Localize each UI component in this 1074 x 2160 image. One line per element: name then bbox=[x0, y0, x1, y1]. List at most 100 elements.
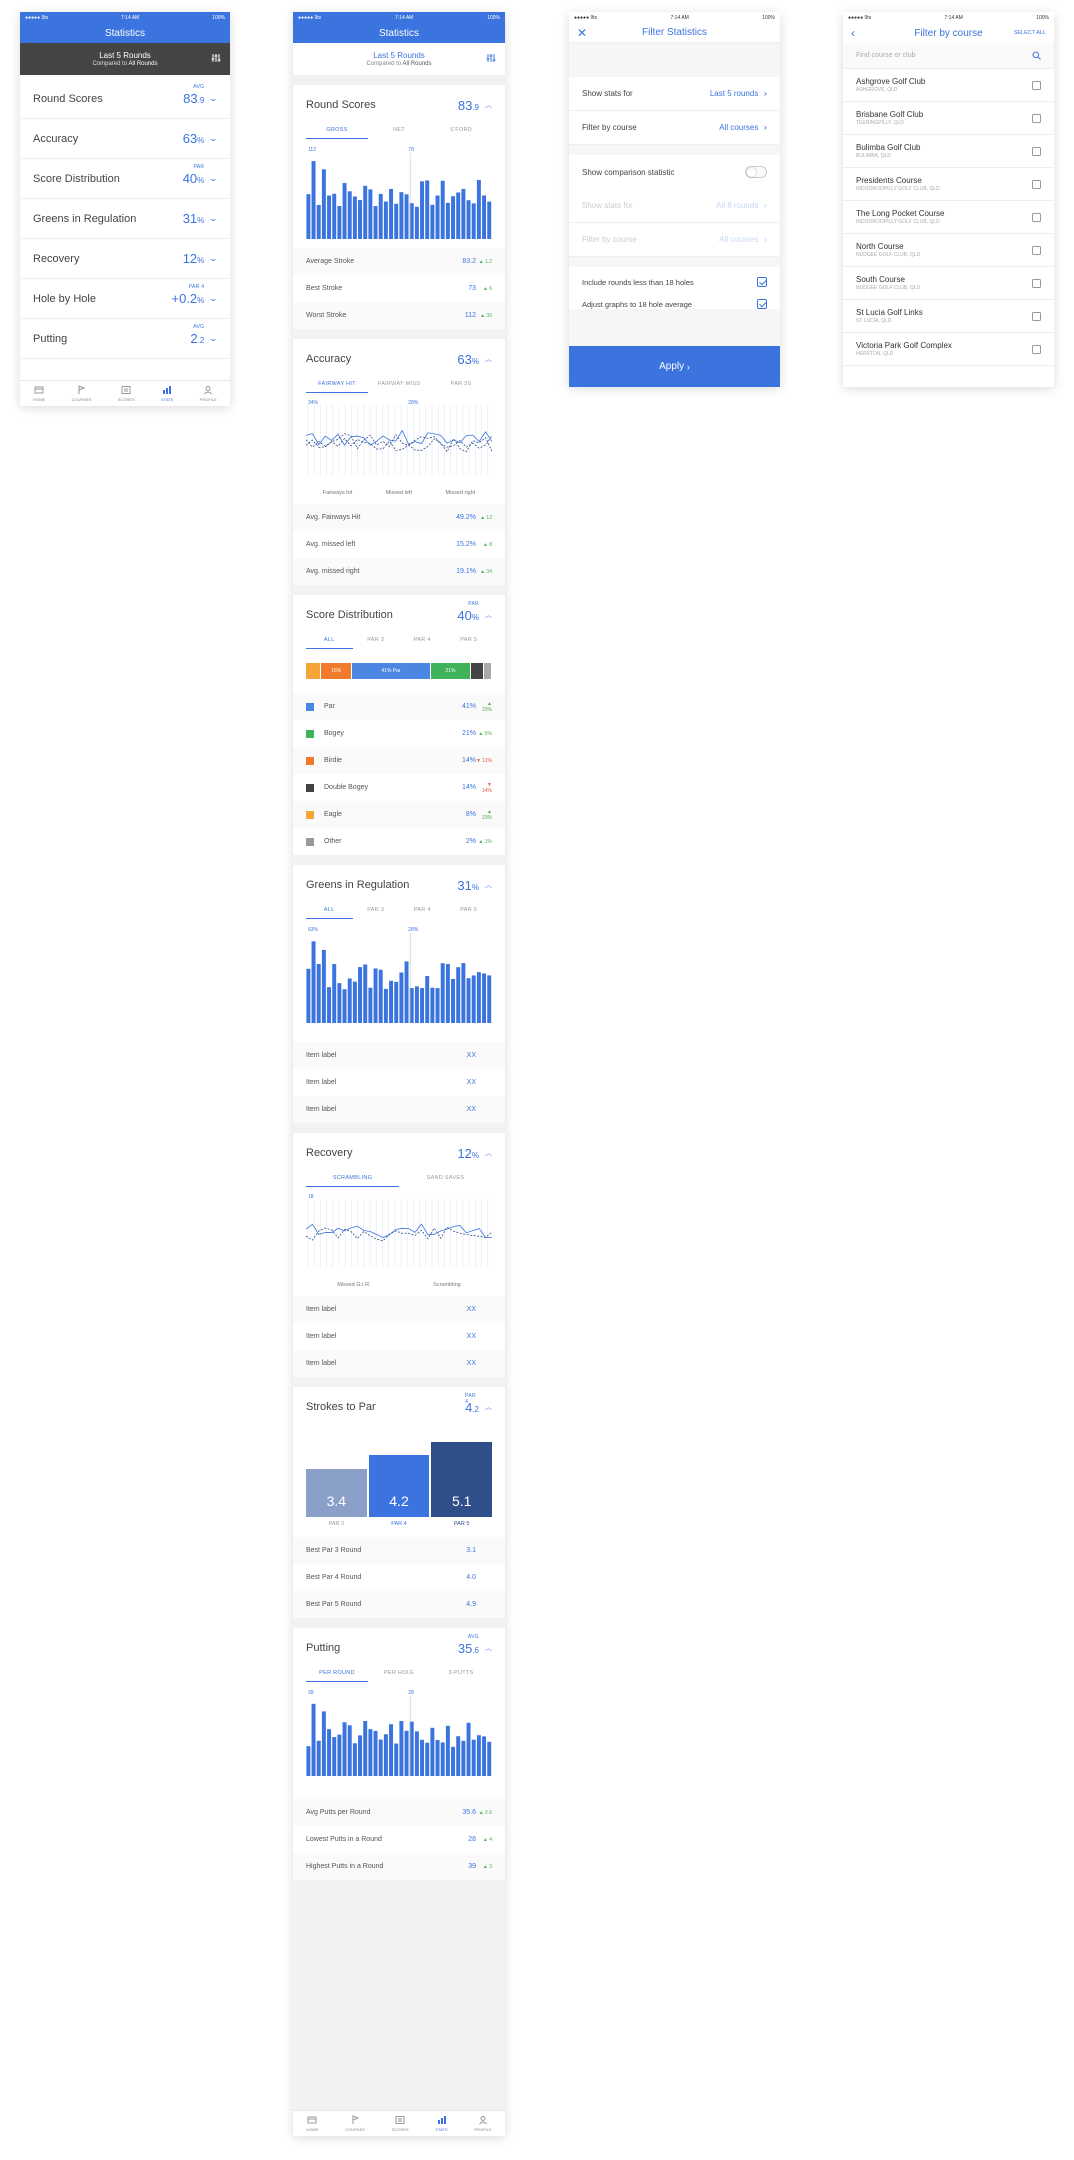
filter-icon[interactable] bbox=[211, 53, 221, 63]
filter-row[interactable]: Filter by course All courses › bbox=[569, 111, 780, 145]
card-header[interactable]: Strokes to Par PAR 4 4.2 ︿ bbox=[293, 1387, 505, 1427]
search-icon[interactable] bbox=[1032, 51, 1041, 60]
legend-item: Missed right bbox=[445, 490, 476, 496]
stat-row-round-scores[interactable]: Round Scores AVG 83.9 ⌄ bbox=[20, 79, 230, 119]
filter-icon[interactable] bbox=[486, 53, 496, 63]
select-all-button[interactable]: SELECT ALL bbox=[1014, 30, 1046, 36]
checkbox[interactable] bbox=[1032, 311, 1041, 321]
stat-label: Avg. Fairways Hit bbox=[306, 514, 361, 521]
checkbox[interactable] bbox=[1032, 245, 1041, 255]
card-header[interactable]: Greens in Regulation 31% ︿ bbox=[293, 865, 505, 905]
stat-label: Item label bbox=[306, 1106, 337, 1113]
stat-delta: ▲ 2.6 bbox=[478, 1809, 492, 1816]
checkbox[interactable] bbox=[1032, 179, 1041, 189]
status-bar: ●●●●● 9ts 7:14 AM 100% bbox=[20, 12, 230, 23]
stat-value: 21% bbox=[461, 730, 476, 737]
subtab[interactable]: NET bbox=[368, 125, 430, 139]
segmented-tabs[interactable]: ALL PAR 3 PAR 4 PAR 5 bbox=[293, 635, 505, 649]
tab-courses[interactable]: COURSES bbox=[345, 2115, 365, 2132]
subtab[interactable]: S'FORD bbox=[430, 125, 492, 139]
segmented-tabs[interactable]: ALL PAR 3 PAR 4 PAR 5 bbox=[293, 905, 505, 919]
checkbox[interactable] bbox=[1032, 278, 1041, 288]
subtab[interactable]: PAR 5 bbox=[446, 905, 493, 919]
course-row[interactable]: The Long Pocket Course INDOOROOPILLY GOLF… bbox=[843, 201, 1054, 234]
segmented-tabs[interactable]: GROSS NET S'FORD bbox=[293, 125, 505, 139]
segmented-tabs[interactable]: FAIRWAY HIT FAIRWAY MISS PAR 3S bbox=[293, 379, 505, 393]
color-swatch bbox=[306, 783, 314, 792]
checkbox[interactable] bbox=[1032, 344, 1041, 354]
subtab[interactable]: SCRAMBLING bbox=[306, 1173, 399, 1187]
page-title: Statistics bbox=[104, 27, 145, 39]
tab-profile[interactable]: PROFILE bbox=[200, 385, 217, 402]
checkbox[interactable] bbox=[1032, 80, 1041, 90]
subtab[interactable]: PAR 3 bbox=[353, 905, 400, 919]
tab-profile[interactable]: PROFILE bbox=[474, 2115, 492, 2132]
course-name: Brisbane Golf Club bbox=[856, 110, 924, 119]
subtab[interactable]: GROSS bbox=[306, 125, 368, 139]
option-row[interactable]: Include rounds less than 18 holes bbox=[569, 271, 780, 293]
checkbox[interactable] bbox=[757, 299, 767, 309]
card-header[interactable]: Recovery 12% ︿ bbox=[293, 1133, 505, 1173]
course-row[interactable]: Brisbane Golf Club TEERINGPILLY, QLD bbox=[843, 102, 1054, 135]
chart-bar bbox=[316, 204, 321, 239]
subtab[interactable]: PAR 4 bbox=[399, 635, 446, 649]
subtab[interactable]: PAR 3 bbox=[353, 635, 400, 649]
subtab[interactable]: ALL bbox=[306, 635, 353, 649]
chart-bar bbox=[476, 1735, 481, 1776]
subtab[interactable]: ALL bbox=[306, 905, 353, 919]
checkbox[interactable] bbox=[757, 277, 767, 287]
course-row[interactable]: Bulimba Golf Club BULIMBA, QLD bbox=[843, 135, 1054, 168]
tab-courses[interactable]: COURSES bbox=[72, 385, 91, 402]
tab-home[interactable]: HOME bbox=[33, 385, 45, 402]
subtab[interactable]: PAR 3S bbox=[430, 379, 492, 393]
course-search-input[interactable]: Find course or club bbox=[843, 43, 1054, 69]
checkbox[interactable] bbox=[1032, 212, 1041, 222]
card-header[interactable]: Score Distribution PAR 40% ︿ bbox=[293, 595, 505, 635]
subtab[interactable]: PAR 5 bbox=[446, 635, 493, 649]
chart-bar bbox=[363, 964, 368, 1023]
subtab[interactable]: PER ROUND bbox=[306, 1668, 368, 1682]
course-row[interactable]: Ashgrove Golf Club ASHGROVE, QLD bbox=[843, 69, 1054, 102]
tab-scores[interactable]: SCORES bbox=[392, 2115, 409, 2132]
tab-home[interactable]: HOME bbox=[306, 2115, 318, 2132]
segmented-tabs[interactable]: SCRAMBLING SAND SAVES bbox=[293, 1173, 505, 1187]
apply-button[interactable]: Apply › bbox=[569, 346, 780, 387]
course-row[interactable]: Victoria Park Golf Complex HERSTON, QLD bbox=[843, 333, 1054, 366]
comparison-toggle[interactable] bbox=[745, 166, 767, 178]
course-row[interactable]: North Course NUDGEE GOLF CLUB, QLD bbox=[843, 234, 1054, 267]
subtab[interactable]: PER HOLE bbox=[368, 1668, 430, 1682]
filter-summary[interactable]: Last 5 Rounds Compared to All Rounds bbox=[20, 43, 230, 75]
stat-value: 39 bbox=[468, 1863, 476, 1870]
stat-row-accuracy[interactable]: Accuracy 63% ⌄ bbox=[20, 119, 230, 159]
course-row[interactable]: St Lucia Golf Links ST LUCIA, QLD bbox=[843, 300, 1054, 333]
legend-item: Fairways hit bbox=[322, 490, 353, 496]
course-row[interactable]: South Course NUDGEE GOLF CLUB, QLD bbox=[843, 267, 1054, 300]
stat-value: XX bbox=[466, 1333, 476, 1340]
checkbox[interactable] bbox=[1032, 146, 1041, 156]
course-row[interactable]: Presidents Course INDOOROOPILLY GOLF CLUB… bbox=[843, 168, 1054, 201]
subtab[interactable]: 3-PUTTS bbox=[430, 1668, 492, 1682]
stat-row-score-distribution[interactable]: Score Distribution PAR 40% ⌄ bbox=[20, 159, 230, 199]
tab-scores[interactable]: SCORES bbox=[118, 385, 135, 402]
card-header[interactable]: Putting AVG 35.6 ︿ bbox=[293, 1628, 505, 1668]
filter-row[interactable]: Show stats for Last 5 rounds › bbox=[569, 77, 780, 111]
segmented-tabs[interactable]: PER ROUND PER HOLE 3-PUTTS bbox=[293, 1668, 505, 1682]
back-chevron-icon[interactable]: ‹ bbox=[851, 26, 855, 40]
tab-stats[interactable]: STATS bbox=[435, 2115, 448, 2132]
close-icon[interactable]: ✕ bbox=[577, 26, 587, 40]
stat-row-hole-by-hole[interactable]: Hole by Hole PAR 4 +0.2% ⌄ bbox=[20, 279, 230, 319]
filter-summary[interactable]: Last 5 Rounds Compared to All Rounds bbox=[293, 43, 505, 75]
stat-row-recovery[interactable]: Recovery 12% ⌄ bbox=[20, 239, 230, 279]
subtab[interactable]: FAIRWAY HIT bbox=[306, 379, 368, 393]
card-header[interactable]: Round Scores 83.9 ︿ bbox=[293, 85, 505, 125]
subtab[interactable]: PAR 4 bbox=[399, 905, 446, 919]
comparison-toggle-row[interactable]: Show comparison statistic bbox=[569, 155, 780, 189]
tab-stats[interactable]: STATS bbox=[161, 385, 173, 402]
subtab[interactable]: SAND SAVES bbox=[399, 1173, 492, 1187]
checkbox[interactable] bbox=[1032, 113, 1041, 123]
card-header[interactable]: Accuracy 63% ︿ bbox=[293, 339, 505, 379]
subtab[interactable]: FAIRWAY MISS bbox=[368, 379, 430, 393]
stat-row-putting[interactable]: Putting AVG 2.2 ⌄ bbox=[20, 319, 230, 359]
chart-legend: Missed G.I.R. Scrambling bbox=[293, 1280, 505, 1290]
stat-row-greens-in-regulation[interactable]: Greens in Regulation 31% ⌄ bbox=[20, 199, 230, 239]
